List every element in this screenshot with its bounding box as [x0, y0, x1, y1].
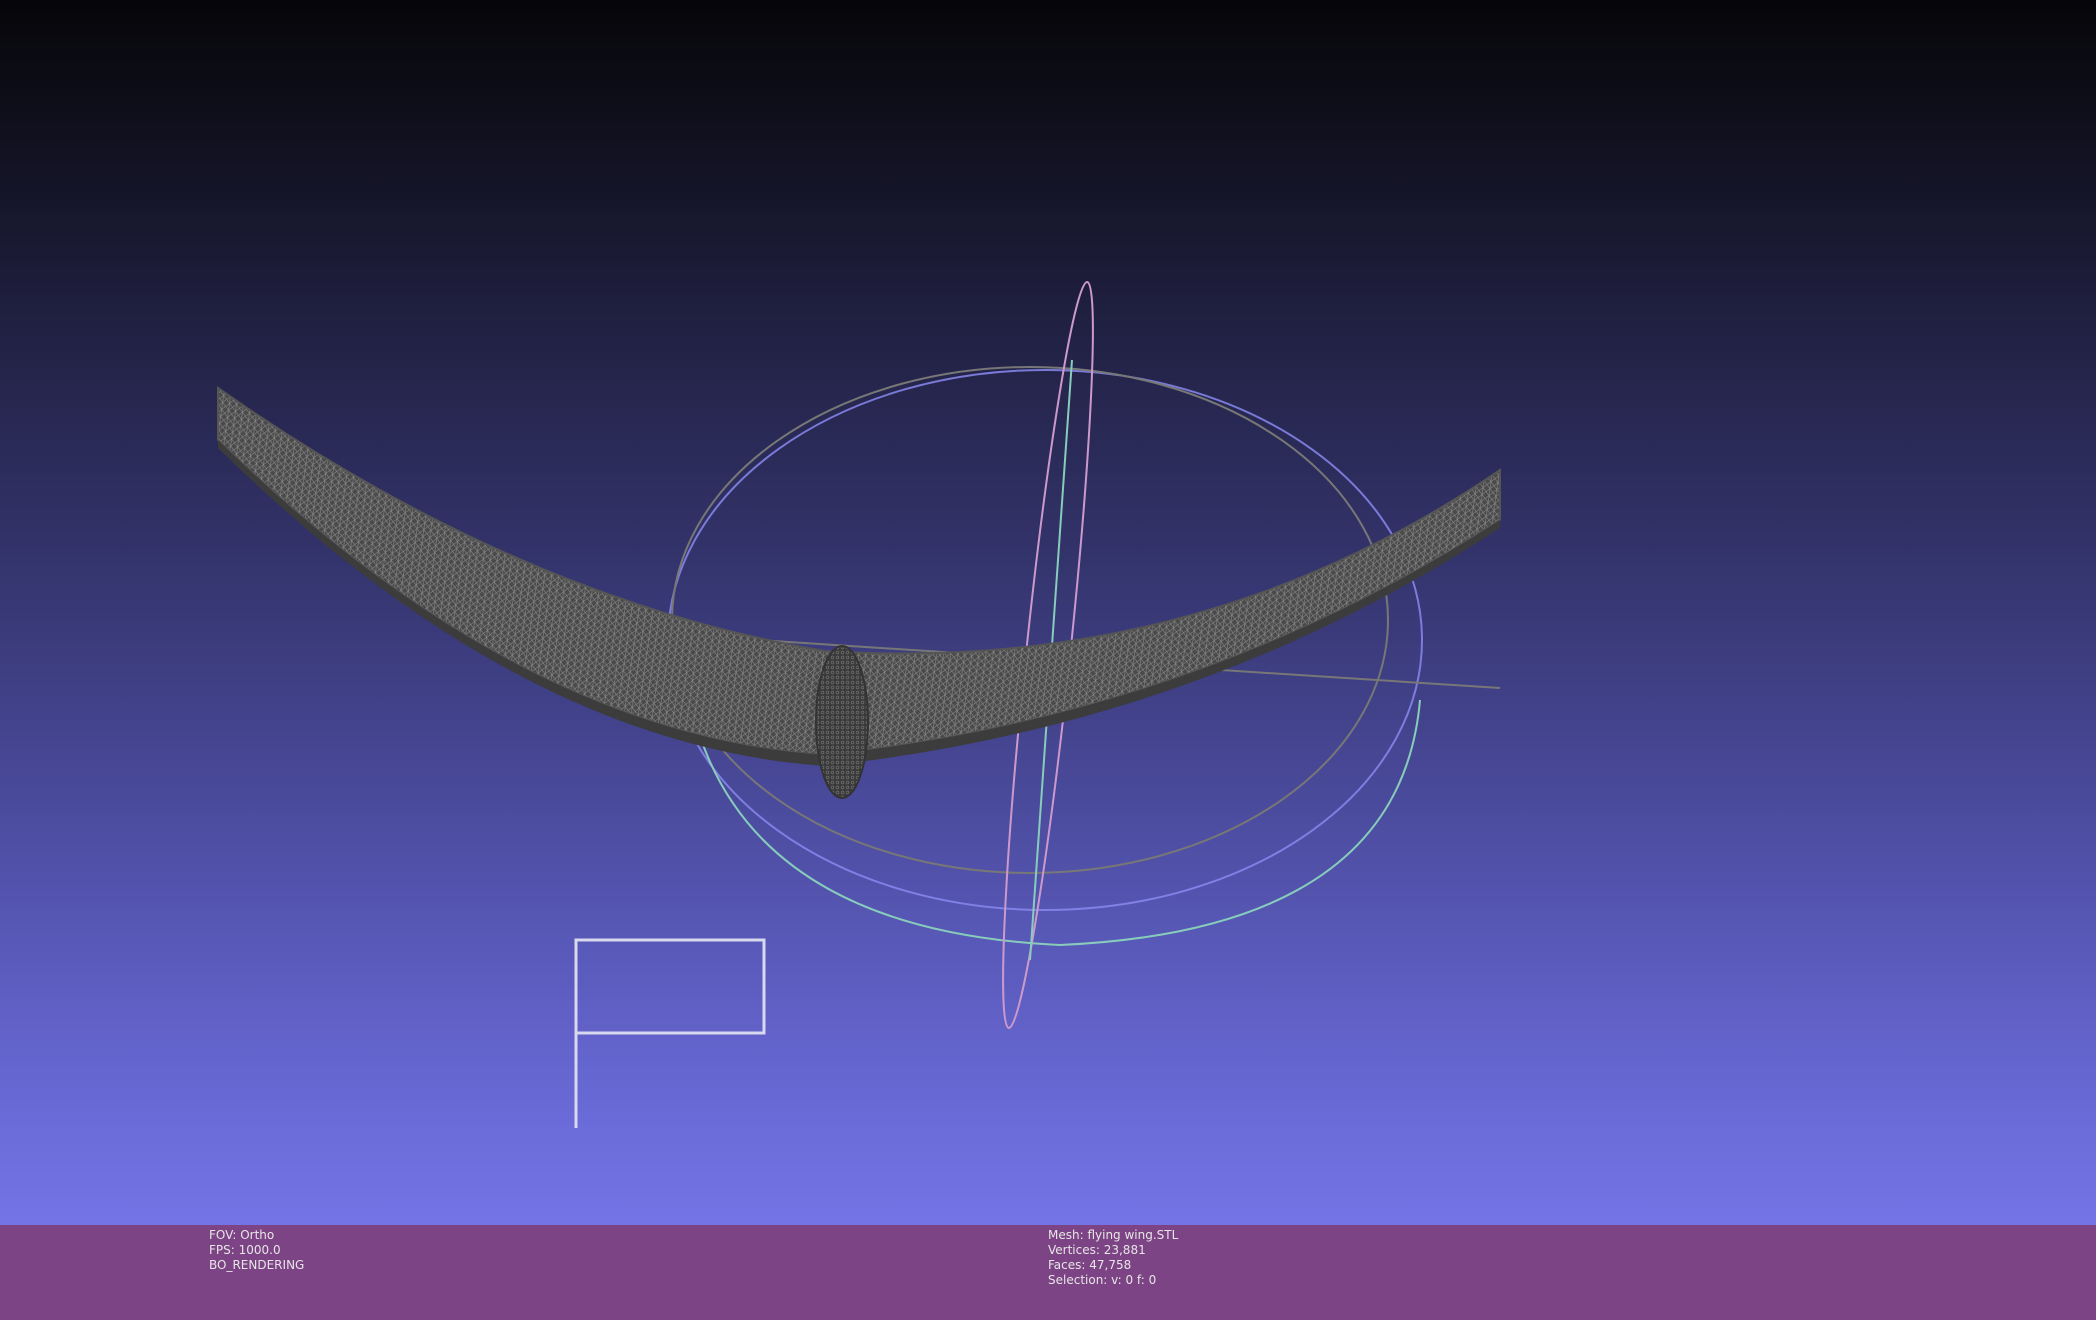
fps-label: FPS: 1000.0	[209, 1243, 281, 1257]
3d-viewport[interactable]	[0, 0, 2096, 1225]
mesh-info: Mesh: flying wing.STL Vertices: 23,881 F…	[1048, 1228, 1178, 1288]
fuselage-pod[interactable]	[815, 645, 869, 799]
scene-canvas[interactable]	[0, 0, 2096, 1225]
fov-label: FOV: Ortho	[209, 1228, 275, 1242]
render-info: FOV: Ortho FPS: 1000.0 BO_RENDERING	[209, 1228, 304, 1273]
faces-label: Faces: 47,758	[1048, 1258, 1132, 1272]
trackball-horizontal-ring[interactable]	[667, 369, 1423, 911]
render-mode-label: BO_RENDERING	[209, 1258, 305, 1272]
status-info-bar: FOV: Ortho FPS: 1000.0 BO_RENDERING Mesh…	[0, 1225, 2096, 1320]
vertices-label: Vertices: 23,881	[1048, 1243, 1146, 1257]
axis-gizmo	[574, 938, 766, 1128]
mesh-name-label: Mesh: flying wing.STL	[1048, 1228, 1179, 1242]
selection-label: Selection: v: 0 f: 0	[1048, 1273, 1157, 1287]
